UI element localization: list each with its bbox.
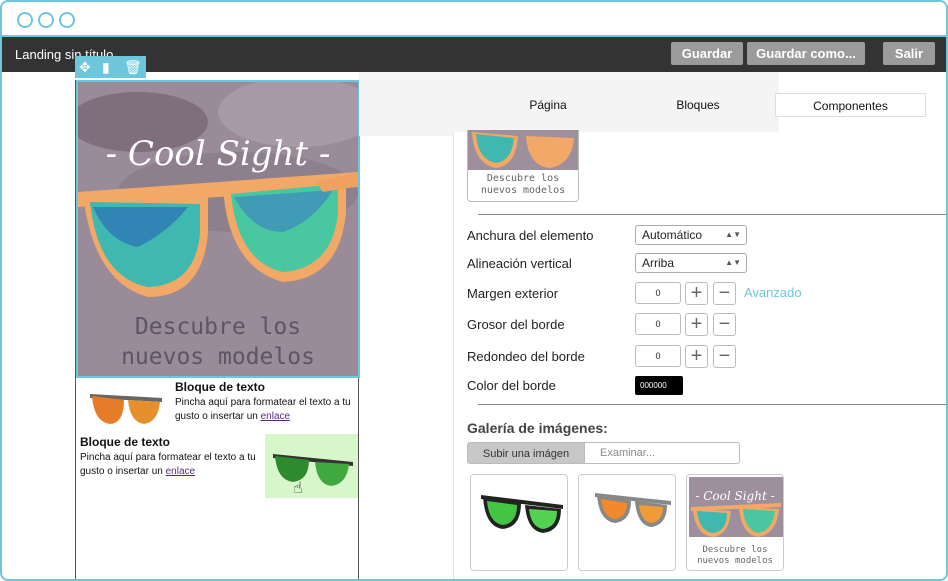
gallery-item-3[interactable]: - Cool Sight - Descubre los nuevos model… bbox=[686, 474, 784, 571]
hand-cursor-icon: ☝ bbox=[293, 480, 303, 497]
hero-subtitle-line2: nuevos modelos bbox=[121, 344, 315, 370]
valign-label: Alineación vertical bbox=[467, 256, 572, 271]
width-select[interactable]: Automático ▲▼ bbox=[635, 225, 747, 245]
text-block-1-link[interactable]: enlace bbox=[261, 411, 290, 422]
gallery-green-sunglasses-image bbox=[481, 495, 563, 533]
tab-bloques[interactable]: Bloques bbox=[652, 93, 744, 117]
border-radius-decrement-button[interactable]: − bbox=[713, 345, 736, 368]
thumbnail-sunglasses-image bbox=[468, 130, 578, 170]
hero-title: - Cool Sight - bbox=[105, 134, 331, 174]
border-color-picker[interactable]: 000000 bbox=[635, 376, 683, 395]
text-block-2[interactable]: Bloque de texto Pincha aquí para formate… bbox=[80, 435, 264, 479]
move-icon[interactable]: ✥ bbox=[79, 59, 91, 75]
upload-image-tab[interactable]: Subir una imágen bbox=[467, 442, 585, 464]
panel-fade bbox=[359, 72, 779, 80]
border-width-label: Grosor del borde bbox=[467, 317, 565, 332]
width-label: Anchura del elemento bbox=[467, 228, 594, 243]
gallery-item-1[interactable] bbox=[470, 474, 568, 571]
exit-button[interactable]: Salir bbox=[883, 42, 935, 65]
gallery-hero-image bbox=[689, 477, 783, 537]
thumbnail-caption-line1: Descubre los bbox=[486, 173, 560, 184]
border-radius-input[interactable]: 0 bbox=[635, 345, 681, 367]
selection-toolbar: ✥ ▮ 🗑 bbox=[75, 56, 146, 78]
border-width-input[interactable]: 0 bbox=[635, 313, 681, 335]
margin-decrement-button[interactable]: − bbox=[713, 282, 736, 305]
chevron-down-icon: ▲▼ bbox=[725, 258, 741, 267]
divider bbox=[478, 404, 946, 405]
gallery-item-2[interactable] bbox=[578, 474, 676, 571]
border-width-decrement-button[interactable]: − bbox=[713, 313, 736, 336]
width-select-value: Automático bbox=[642, 228, 703, 242]
tab-pagina[interactable]: Página bbox=[502, 93, 594, 117]
tab-componentes[interactable]: Componentes bbox=[775, 93, 926, 117]
save-as-button[interactable]: Guardar como... bbox=[747, 42, 865, 65]
copy-icon[interactable]: ▮ bbox=[102, 59, 110, 75]
save-button[interactable]: Guardar bbox=[671, 42, 743, 65]
window-control-maximize[interactable] bbox=[59, 12, 75, 28]
text-block-2-link[interactable]: enlace bbox=[166, 466, 195, 477]
trash-icon[interactable]: 🗑 bbox=[124, 59, 142, 75]
thumbnail-caption-line2: nuevos modelos bbox=[480, 185, 566, 196]
window-control-close[interactable] bbox=[17, 12, 33, 28]
selected-image-thumbnail[interactable]: Descubre los nuevos modelos bbox=[467, 130, 579, 202]
gallery-item-3-caption-line1: Descubre los bbox=[702, 545, 768, 555]
landing-canvas: - Cool Sight - Descubre los nuevos model… bbox=[75, 80, 360, 579]
window-titlebar bbox=[2, 2, 946, 37]
margin-input[interactable]: 0 bbox=[635, 282, 681, 304]
margin-increment-button[interactable]: + bbox=[685, 282, 708, 305]
hero-subtitle-line1: Descubre los bbox=[134, 314, 302, 340]
browser-window: Landing sin título Guardar Guardar como.… bbox=[0, 0, 948, 581]
gallery-title: Galería de imágenes: bbox=[467, 420, 608, 436]
window-control-minimize[interactable] bbox=[38, 12, 54, 28]
green-sunglasses-image bbox=[273, 454, 353, 486]
text-block-1-title: Bloque de texto bbox=[175, 380, 266, 394]
border-radius-increment-button[interactable]: + bbox=[685, 345, 708, 368]
gallery-item-3-caption-line2: nuevos modelos bbox=[697, 556, 773, 566]
image-drop-target[interactable]: ☝ bbox=[265, 434, 358, 498]
valign-select[interactable]: Arriba ▲▼ bbox=[635, 253, 747, 273]
border-radius-label: Redondeo del borde bbox=[467, 349, 585, 364]
browse-file-field[interactable]: Examinar... bbox=[584, 442, 740, 464]
margin-label: Margen exterior bbox=[467, 286, 559, 301]
valign-select-value: Arriba bbox=[642, 256, 675, 270]
orange-sunglasses-image bbox=[90, 394, 162, 424]
hero-image-block[interactable]: - Cool Sight - Descubre los nuevos model… bbox=[76, 80, 360, 378]
chevron-down-icon: ▲▼ bbox=[725, 230, 741, 239]
border-color-label: Color del borde bbox=[467, 378, 556, 393]
gallery-item-3-title: - Cool Sight - bbox=[695, 489, 775, 503]
text-block-2-title: Bloque de texto bbox=[80, 435, 171, 449]
text-block-1[interactable]: Bloque de texto Pincha aquí para formate… bbox=[76, 380, 360, 434]
gallery-orange-sunglasses-image bbox=[595, 493, 671, 527]
border-width-increment-button[interactable]: + bbox=[685, 313, 708, 336]
divider bbox=[478, 214, 946, 215]
advanced-link[interactable]: Avanzado bbox=[744, 285, 802, 300]
